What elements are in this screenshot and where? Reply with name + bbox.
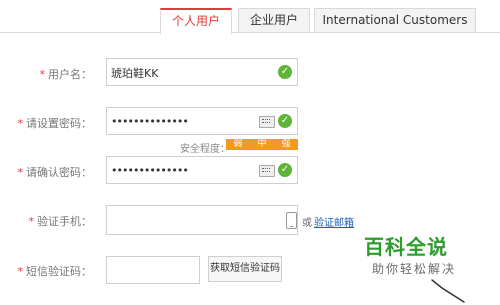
sms-label-text: 短信验证码： [26, 265, 92, 278]
phone-label: * 验证手机： [0, 213, 93, 229]
tab-business-user[interactable]: 企业用户 [238, 8, 310, 32]
confirm-password-field[interactable]: •••••••••••••• ✓ [106, 156, 298, 184]
confirm-label: * 请确认密码： [0, 164, 93, 180]
tab-international-customers[interactable]: International Customers [314, 8, 476, 32]
watermark-title: 百科全说 [364, 235, 448, 259]
get-sms-code-button[interactable]: 获取短信验证码 [208, 256, 282, 282]
username-label-text: 用户名： [48, 68, 92, 81]
check-circle-icon: ✓ [278, 163, 292, 177]
strength-weak: 弱 [226, 139, 250, 150]
phone-icon [286, 212, 297, 229]
check-circle-icon: ✓ [278, 65, 292, 79]
required-mark: * [17, 166, 24, 179]
sms-code-input[interactable] [106, 256, 256, 284]
check-circle-icon: ✓ [278, 114, 292, 128]
keyboard-icon[interactable] [259, 165, 275, 177]
or-text: 或 [302, 218, 312, 229]
phone-label-text: 验证手机： [37, 215, 92, 228]
phone-text-input[interactable] [111, 211, 256, 224]
verify-email-link[interactable]: 验证邮箱 [314, 214, 354, 229]
required-mark: * [39, 68, 46, 81]
username-field[interactable]: 琥珀鞋KK ✓ [106, 58, 298, 86]
tabs-divider [0, 32, 500, 33]
username-label: * 用户名： [0, 66, 93, 82]
watermark-subtitle: 助你轻松解决 [372, 262, 457, 276]
username-value: 琥珀鞋KK [111, 67, 159, 80]
strength-strong: 强 [274, 139, 298, 150]
password-label: * 请设置密码： [0, 115, 93, 131]
strength-label: 安全程度： [180, 144, 230, 155]
required-mark: * [17, 265, 24, 278]
password-value: •••••••••••••• [111, 115, 189, 128]
confirm-label-text: 请确认密码： [26, 166, 92, 179]
password-label-text: 请设置密码： [26, 117, 92, 130]
strength-medium: 中 [250, 139, 274, 150]
phone-input[interactable] [106, 205, 298, 235]
required-mark: * [17, 117, 24, 130]
watermark-stroke-icon [431, 279, 465, 303]
password-field[interactable]: •••••••••••••• ✓ [106, 107, 298, 135]
confirm-value: •••••••••••••• [111, 164, 189, 177]
sms-label: * 短信验证码： [0, 263, 93, 279]
keyboard-icon[interactable] [259, 116, 275, 128]
tab-personal-user[interactable]: 个人用户 [160, 8, 232, 34]
required-mark: * [28, 215, 35, 228]
